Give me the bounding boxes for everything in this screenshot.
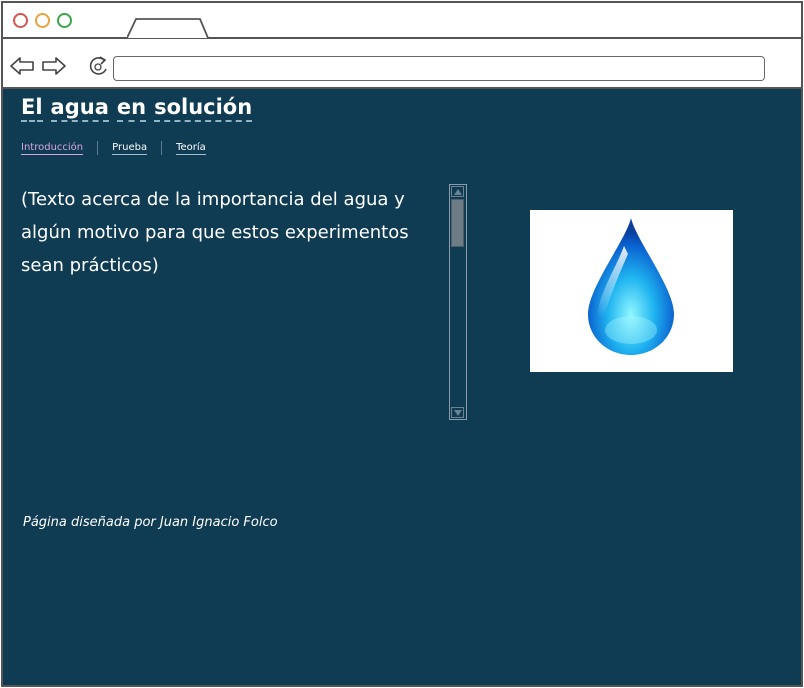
water-drop-image [530, 210, 733, 372]
title-word: agua [50, 95, 109, 122]
scroll-down-button[interactable] [451, 407, 464, 418]
water-drop-icon [588, 218, 674, 355]
maximize-window-button[interactable] [57, 13, 72, 28]
navigation-bar [3, 39, 801, 89]
title-word: solución [154, 95, 253, 122]
nav-divider [97, 141, 99, 155]
nav-divider [161, 141, 163, 155]
url-bar[interactable] [113, 56, 765, 81]
scroll-up-button[interactable] [451, 186, 464, 197]
text-scrollbar[interactable] [449, 184, 467, 420]
nav-link-prueba[interactable]: Prueba [112, 142, 148, 155]
nav-link-introduccion[interactable]: Introducción [21, 142, 84, 155]
footer-credit: Página diseñada por Juan Ignacio Folco [23, 515, 278, 530]
reload-icon[interactable] [87, 54, 111, 78]
intro-text: (Texto acerca de la importancia del agua… [21, 189, 409, 276]
browser-tab[interactable] [127, 18, 209, 39]
minimize-window-button[interactable] [35, 13, 50, 28]
page-title: El agua en solución [21, 95, 260, 122]
forward-arrow-icon[interactable] [41, 56, 67, 76]
nav-link-teoria[interactable]: Teoría [176, 142, 206, 155]
browser-window: El agua en solución Introducción Prueba Teo… [1, 1, 803, 687]
close-window-button[interactable] [13, 13, 28, 28]
title-word: en [116, 95, 147, 122]
back-arrow-icon[interactable] [9, 56, 35, 76]
title-bar [3, 3, 801, 39]
scroll-thumb[interactable] [451, 199, 464, 247]
page-nav: Introducción Prueba Teoría [21, 141, 206, 155]
title-word: El [21, 95, 43, 122]
page-content: El agua en solución Introducción Prueba Teo… [3, 89, 801, 687]
